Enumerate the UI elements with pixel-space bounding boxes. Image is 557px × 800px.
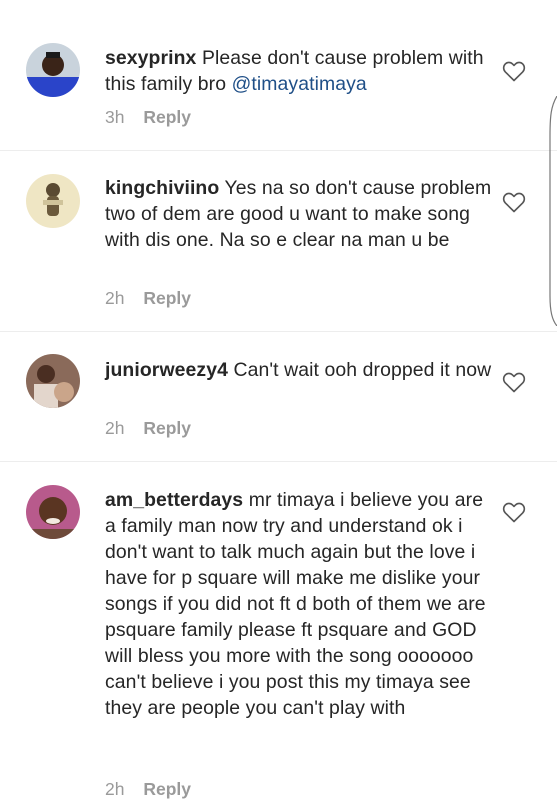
avatar-photo-icon: [26, 485, 80, 539]
comment-meta: 2h Reply: [105, 418, 191, 439]
reply-button[interactable]: Reply: [143, 288, 191, 308]
avatar[interactable]: [26, 43, 80, 97]
comment-message: mr timaya i believe you are a family man…: [105, 489, 486, 719]
heart-icon[interactable]: [502, 371, 526, 393]
avatar[interactable]: [26, 485, 80, 539]
comment-timestamp: 3h: [105, 107, 125, 127]
comment-username[interactable]: sexyprinx: [105, 47, 196, 69]
reply-button[interactable]: Reply: [143, 418, 191, 438]
mention-link[interactable]: @timayatimaya: [232, 73, 367, 95]
divider: [0, 461, 557, 462]
avatar-photo-icon: [26, 354, 80, 408]
avatar-photo-icon: [26, 43, 80, 97]
divider: [0, 150, 557, 151]
comment-username[interactable]: kingchiviino: [105, 177, 219, 199]
comment-timestamp: 2h: [105, 779, 125, 799]
avatar[interactable]: [26, 174, 80, 228]
comment-timestamp: 2h: [105, 418, 125, 438]
screen-edge: [549, 96, 557, 326]
comment-text: sexyprinx Please don't cause problem wit…: [105, 45, 497, 97]
reply-button[interactable]: Reply: [143, 107, 191, 127]
comment-meta: 2h Reply: [105, 779, 191, 800]
comment-meta: 2h Reply: [105, 288, 191, 309]
reply-button[interactable]: Reply: [143, 779, 191, 799]
heart-icon[interactable]: [502, 501, 526, 523]
comment-text: kingchiviino Yes na so don't cause probl…: [105, 175, 497, 253]
comment-timestamp: 2h: [105, 288, 125, 308]
heart-icon[interactable]: [502, 191, 526, 213]
comment-text: am_betterdays mr timaya i believe you ar…: [105, 487, 497, 721]
comment-text: juniorweezy4 Can't wait ooh dropped it n…: [105, 357, 497, 383]
divider: [0, 331, 557, 332]
comment-meta: 3h Reply: [105, 107, 191, 128]
comment-message: Can't wait ooh dropped it now: [233, 359, 492, 381]
comment-username[interactable]: am_betterdays: [105, 489, 243, 511]
heart-icon[interactable]: [502, 60, 526, 82]
avatar-photo-icon: [26, 174, 80, 228]
comment-username[interactable]: juniorweezy4: [105, 359, 228, 381]
avatar[interactable]: [26, 354, 80, 408]
